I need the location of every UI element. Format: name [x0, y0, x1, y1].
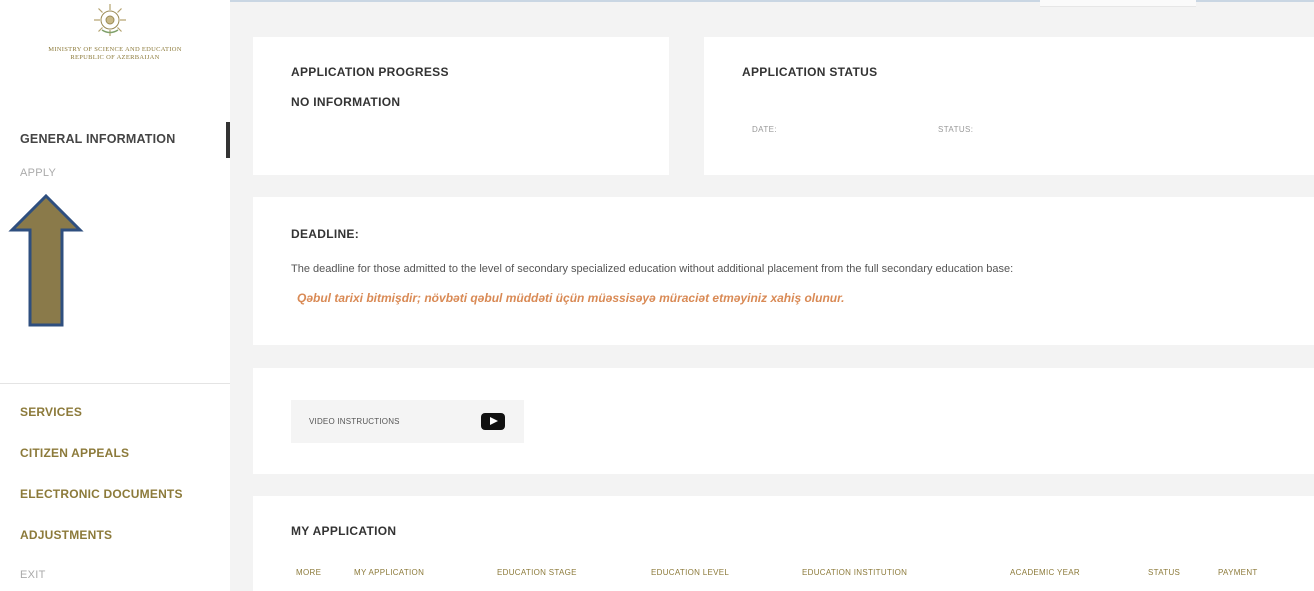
status-date-label: DATE:	[752, 125, 777, 134]
nav-electronic-documents[interactable]: ELECTRONIC DOCUMENTS	[20, 487, 183, 501]
nav-general-information[interactable]: GENERAL INFORMATION	[20, 132, 175, 146]
sidebar: Ministry of Science and Education Republ…	[0, 0, 230, 591]
column-header-my-application: MY APPLICATION	[354, 568, 425, 577]
application-status-title: APPLICATION STATUS	[742, 65, 878, 79]
column-header-education-institution: EDUCATION INSTITUTION	[802, 568, 908, 577]
ministry-logo[interactable]: Ministry of Science and Education Republ…	[0, 0, 230, 80]
column-header-academic-year: ACADEMIC YEAR	[1010, 568, 1080, 577]
video-instructions-card: VIDEO INSTRUCTIONS	[253, 368, 1314, 474]
column-header-more: MORE	[296, 568, 322, 577]
column-header-status: STATUS	[1148, 568, 1181, 577]
application-status-card: APPLICATION STATUS DATE: STATUS:	[704, 37, 1314, 175]
up-arrow-icon	[8, 194, 84, 327]
azerbaijan-emblem-icon	[94, 4, 126, 36]
deadline-warning: Qəbul tarixi bitmişdir; növbəti qəbul mü…	[297, 291, 845, 305]
ministry-name-line2: Republic of Azerbaijan	[70, 54, 160, 61]
column-header-education-stage: EDUCATION STAGE	[497, 568, 577, 577]
application-progress-value: NO INFORMATION	[291, 95, 401, 109]
status-status-label: STATUS:	[938, 125, 974, 134]
youtube-play-icon[interactable]	[481, 413, 505, 430]
deadline-card: DEADLINE: The deadline for those admitte…	[253, 197, 1314, 345]
deadline-title: DEADLINE:	[291, 227, 360, 241]
nav-apply[interactable]: APPLY	[20, 167, 56, 179]
application-progress-card: APPLICATION PROGRESS NO INFORMATION	[253, 37, 669, 175]
my-application-card: MY APPLICATION MORE MY APPLICATION EDUCA…	[253, 496, 1314, 591]
active-nav-indicator	[226, 122, 230, 158]
video-instructions-label: VIDEO INSTRUCTIONS	[309, 417, 400, 426]
nav-exit[interactable]: EXIT	[20, 569, 46, 581]
column-header-education-level: EDUCATION LEVEL	[651, 568, 730, 577]
nav-services[interactable]: SERVICES	[20, 405, 82, 419]
column-header-payment: PAYMENT	[1218, 568, 1258, 577]
sidebar-divider	[0, 383, 230, 384]
video-instructions-button[interactable]: VIDEO INSTRUCTIONS	[291, 400, 524, 443]
application-progress-title: APPLICATION PROGRESS	[291, 65, 449, 79]
top-search-bar[interactable]	[1040, 0, 1196, 7]
ministry-name: Ministry of Science and Education Republ…	[0, 46, 230, 62]
my-application-title: MY APPLICATION	[291, 524, 397, 538]
nav-adjustments[interactable]: ADJUSTMENTS	[20, 528, 112, 542]
nav-citizen-appeals[interactable]: CITIZEN APPEALS	[20, 446, 129, 460]
deadline-description: The deadline for those admitted to the l…	[291, 263, 1014, 275]
ministry-name-line1: Ministry of Science and Education	[48, 46, 182, 53]
